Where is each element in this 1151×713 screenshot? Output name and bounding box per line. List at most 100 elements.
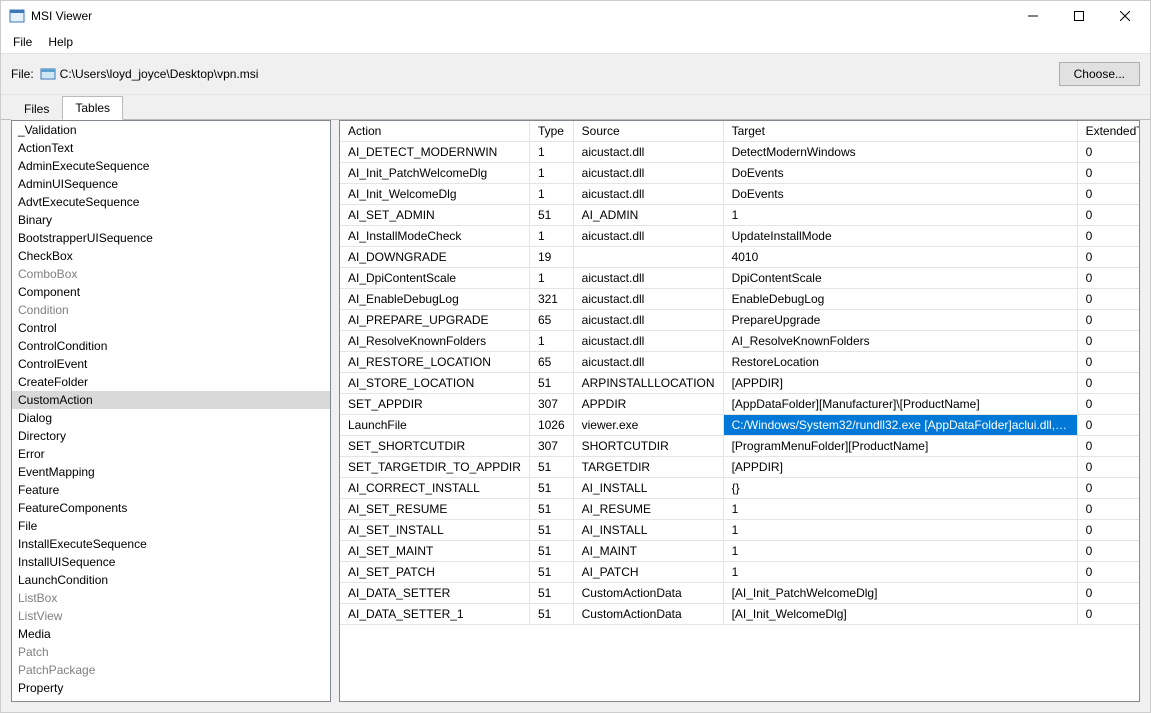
table-cell[interactable]: 307 <box>529 394 573 415</box>
tab-files[interactable]: Files <box>11 97 62 120</box>
table-cell[interactable]: AI_MAINT <box>573 541 723 562</box>
table-cell[interactable]: aicustact.dll <box>573 310 723 331</box>
table-cell[interactable]: 1 <box>723 541 1077 562</box>
table-cell[interactable]: 1 <box>723 205 1077 226</box>
table-scroll[interactable]: Action Type Source Target ExtendedType A… <box>340 121 1139 701</box>
table-cell[interactable]: AI_DETECT_MODERNWIN <box>340 142 529 163</box>
table-cell[interactable]: AI_SET_RESUME <box>340 499 529 520</box>
table-cell[interactable]: AI_RESUME <box>573 499 723 520</box>
table-cell[interactable]: [APPDIR] <box>723 373 1077 394</box>
table-cell[interactable]: aicustact.dll <box>573 289 723 310</box>
table-cell[interactable]: 51 <box>529 499 573 520</box>
table-cell[interactable]: 51 <box>529 604 573 625</box>
table-cell[interactable]: AI_INSTALL <box>573 520 723 541</box>
table-row[interactable]: AI_RESTORE_LOCATION65aicustact.dllRestor… <box>340 352 1139 373</box>
table-cell[interactable]: 51 <box>529 205 573 226</box>
table-cell[interactable]: 0 <box>1077 415 1139 436</box>
table-row[interactable]: AI_SET_INSTALL51AI_INSTALL10 <box>340 520 1139 541</box>
table-cell[interactable]: RestoreLocation <box>723 352 1077 373</box>
table-cell[interactable]: AI_INSTALL <box>573 478 723 499</box>
table-cell[interactable]: 1 <box>529 184 573 205</box>
table-cell[interactable]: 1 <box>529 163 573 184</box>
table-cell[interactable]: 0 <box>1077 142 1139 163</box>
table-cell[interactable]: PrepareUpgrade <box>723 310 1077 331</box>
table-cell[interactable]: DoEvents <box>723 184 1077 205</box>
maximize-button[interactable] <box>1056 1 1102 31</box>
table-cell[interactable]: viewer.exe <box>573 415 723 436</box>
table-cell[interactable]: [AppDataFolder][Manufacturer]\[ProductNa… <box>723 394 1077 415</box>
table-cell[interactable]: 1 <box>529 142 573 163</box>
table-cell[interactable]: {} <box>723 478 1077 499</box>
table-cell[interactable]: 0 <box>1077 331 1139 352</box>
table-cell[interactable]: aicustact.dll <box>573 268 723 289</box>
list-item[interactable]: Feature <box>12 481 330 499</box>
list-item[interactable]: InstallExecuteSequence <box>12 535 330 553</box>
table-row[interactable]: AI_CORRECT_INSTALL51AI_INSTALL{}0 <box>340 478 1139 499</box>
table-cell[interactable]: DoEvents <box>723 163 1077 184</box>
table-cell[interactable]: 65 <box>529 310 573 331</box>
table-cell[interactable]: 51 <box>529 583 573 604</box>
table-cell[interactable]: C:/Windows/System32/rundll32.exe [AppDat… <box>723 415 1077 436</box>
table-cell[interactable]: AI_EnableDebugLog <box>340 289 529 310</box>
table-cell[interactable]: aicustact.dll <box>573 352 723 373</box>
table-cell[interactable]: DetectModernWindows <box>723 142 1077 163</box>
table-cell[interactable]: 0 <box>1077 163 1139 184</box>
table-cell[interactable]: 65 <box>529 352 573 373</box>
table-cell[interactable]: 0 <box>1077 289 1139 310</box>
table-cell[interactable]: 0 <box>1077 184 1139 205</box>
list-item[interactable]: Binary <box>12 211 330 229</box>
table-cell[interactable]: 1 <box>723 520 1077 541</box>
table-row[interactable]: AI_Init_PatchWelcomeDlg1aicustact.dllDoE… <box>340 163 1139 184</box>
table-cell[interactable]: APPDIR <box>573 394 723 415</box>
list-item[interactable]: Component <box>12 283 330 301</box>
table-cell[interactable]: 0 <box>1077 310 1139 331</box>
table-cell[interactable]: 51 <box>529 562 573 583</box>
table-cell[interactable]: AI_DATA_SETTER_1 <box>340 604 529 625</box>
list-item[interactable]: FeatureComponents <box>12 499 330 517</box>
table-cell[interactable]: LaunchFile <box>340 415 529 436</box>
table-cell[interactable]: 51 <box>529 478 573 499</box>
table-row[interactable]: AI_STORE_LOCATION51ARPINSTALLLOCATION[AP… <box>340 373 1139 394</box>
table-cell[interactable]: 51 <box>529 541 573 562</box>
table-cell[interactable]: 1 <box>529 226 573 247</box>
list-item[interactable]: ControlCondition <box>12 337 330 355</box>
table-row[interactable]: LaunchFile1026viewer.exeC:/Windows/Syste… <box>340 415 1139 436</box>
table-cell[interactable]: 0 <box>1077 394 1139 415</box>
table-row[interactable]: SET_SHORTCUTDIR307SHORTCUTDIR[ProgramMen… <box>340 436 1139 457</box>
table-row[interactable]: AI_InstallModeCheck1aicustact.dllUpdateI… <box>340 226 1139 247</box>
list-item[interactable]: InstallUISequence <box>12 553 330 571</box>
col-action[interactable]: Action <box>340 121 529 142</box>
table-row[interactable]: SET_APPDIR307APPDIR[AppDataFolder][Manuf… <box>340 394 1139 415</box>
table-cell[interactable]: aicustact.dll <box>573 163 723 184</box>
list-item[interactable]: BootstrapperUISequence <box>12 229 330 247</box>
table-cell[interactable]: 1 <box>529 331 573 352</box>
table-cell[interactable]: 1 <box>529 268 573 289</box>
table-cell[interactable]: 0 <box>1077 247 1139 268</box>
table-cell[interactable]: CustomActionData <box>573 583 723 604</box>
table-cell[interactable]: EnableDebugLog <box>723 289 1077 310</box>
table-cell[interactable]: TARGETDIR <box>573 457 723 478</box>
close-button[interactable] <box>1102 1 1148 31</box>
table-cell[interactable]: ARPINSTALLLOCATION <box>573 373 723 394</box>
list-item[interactable]: Dialog <box>12 409 330 427</box>
table-cell[interactable]: aicustact.dll <box>573 184 723 205</box>
list-item[interactable]: CustomAction <box>12 391 330 409</box>
table-cell[interactable]: AI_ResolveKnownFolders <box>340 331 529 352</box>
table-cell[interactable]: UpdateInstallMode <box>723 226 1077 247</box>
table-cell[interactable]: SET_APPDIR <box>340 394 529 415</box>
table-row[interactable]: AI_ResolveKnownFolders1aicustact.dllAI_R… <box>340 331 1139 352</box>
list-item[interactable]: ActionText <box>12 139 330 157</box>
table-cell[interactable]: AI_ADMIN <box>573 205 723 226</box>
table-cell[interactable]: AI_SET_MAINT <box>340 541 529 562</box>
table-cell[interactable]: AI_DpiContentScale <box>340 268 529 289</box>
list-item[interactable]: Error <box>12 445 330 463</box>
table-cell[interactable]: 0 <box>1077 268 1139 289</box>
list-item[interactable]: CheckBox <box>12 247 330 265</box>
list-item[interactable]: AdvtExecuteSequence <box>12 193 330 211</box>
table-cell[interactable]: AI_Init_PatchWelcomeDlg <box>340 163 529 184</box>
table-row[interactable]: AI_SET_MAINT51AI_MAINT10 <box>340 541 1139 562</box>
table-cell[interactable]: DpiContentScale <box>723 268 1077 289</box>
list-item[interactable]: ControlEvent <box>12 355 330 373</box>
table-cell[interactable]: [ProgramMenuFolder][ProductName] <box>723 436 1077 457</box>
table-cell[interactable]: aicustact.dll <box>573 142 723 163</box>
